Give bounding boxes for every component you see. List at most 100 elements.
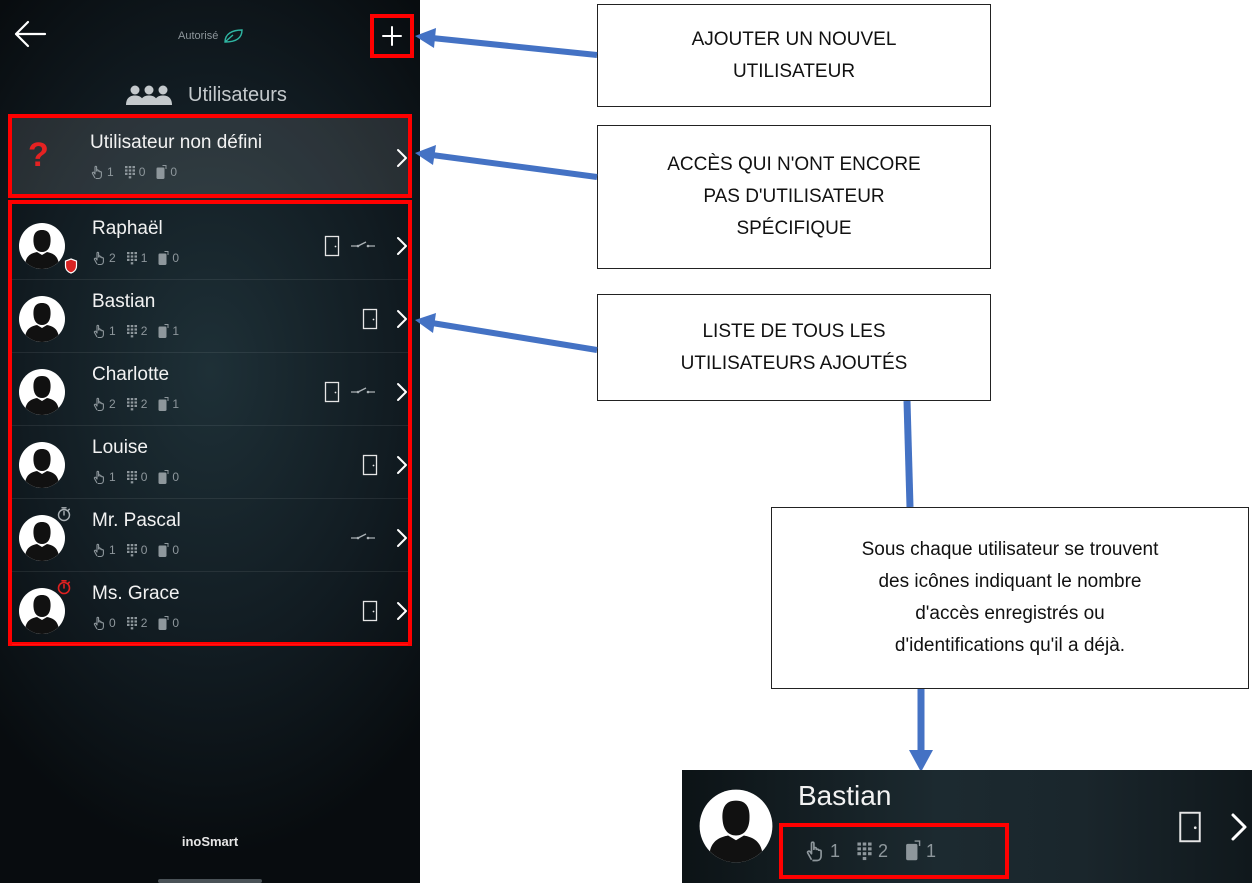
user-name: Charlotte [92, 364, 170, 385]
fingerprint-icon [92, 324, 106, 339]
phone-icon [157, 323, 169, 339]
phone-icon [157, 250, 169, 266]
undefined-user-label: Utilisateur non défini [90, 132, 263, 153]
relay-switch-icon [350, 532, 376, 544]
user-name: Mr. Pascal [92, 510, 181, 531]
chevron-right-icon [396, 148, 408, 168]
avatar [18, 368, 66, 416]
fingerprint-icon [90, 165, 104, 180]
arrow-explanation-to-zoom [909, 689, 933, 772]
code-count: 0 [140, 543, 148, 557]
timer-red-icon [56, 579, 72, 595]
phone-count: 1 [172, 324, 180, 338]
phone-icon [904, 840, 921, 862]
arrow-add-user [415, 28, 598, 58]
code-count: 2 [140, 397, 148, 411]
brand-logo: inoSmart [181, 834, 239, 849]
code-count: 2 [140, 616, 148, 630]
user-row[interactable]: Mr. Pascal 1 0 0 [12, 500, 408, 572]
door-icon [362, 454, 378, 476]
code-count: 0 [140, 470, 148, 484]
question-mark-icon: ? [28, 136, 49, 174]
user-name: Raphaël [92, 218, 163, 239]
phone-count: 0 [172, 543, 180, 557]
user-row[interactable]: Charlotte 2 2 1 [12, 354, 408, 426]
user-name: Ms. Grace [92, 583, 180, 604]
back-button[interactable] [12, 18, 48, 50]
keypad-icon [126, 616, 138, 630]
fingerprint-icon [92, 251, 106, 266]
user-row[interactable]: Ms. Grace 0 2 0 [12, 573, 408, 645]
fingerprint-icon [92, 543, 106, 558]
plus-icon [382, 26, 402, 46]
phone-count: 1 [172, 397, 180, 411]
user-row[interactable]: Bastian 1 2 1 [12, 281, 408, 353]
chevron-right-icon [396, 601, 408, 621]
user-list: Raphaël 2 1 0 Bastian 1 2 1 Charlotte 2 2 1 Louise 1 0… [8, 200, 412, 646]
arrow-user-list [415, 313, 598, 353]
code-count: 1 [140, 251, 148, 265]
access-counts: 2 2 1 [92, 396, 189, 412]
phone-icon [157, 615, 169, 631]
callout-add-user: AJOUTER UN NOUVEL UTILISATEUR [597, 4, 991, 107]
fingerprint-count: 1 [830, 840, 841, 861]
phone-count: 0 [172, 616, 180, 630]
user-name: Bastian [92, 291, 156, 312]
user-row[interactable]: Louise 1 0 0 [12, 427, 408, 499]
access-counts: 2 1 0 [92, 250, 189, 266]
user-row[interactable]: Raphaël 2 1 0 [12, 208, 408, 280]
keypad-icon [126, 251, 138, 265]
phone-icon [157, 469, 169, 485]
avatar [18, 441, 66, 489]
section-title: Utilisateurs [124, 80, 287, 110]
fingerprint-count: 1 [107, 165, 114, 179]
chevron-right-icon [396, 528, 408, 548]
chevron-right-icon [1230, 812, 1248, 847]
user-name: Bastian [798, 780, 892, 811]
add-user-button[interactable] [370, 14, 414, 58]
back-arrow-icon [14, 20, 47, 48]
phone-count: 0 [172, 251, 180, 265]
relay-switch-icon [350, 240, 376, 252]
keypad-icon [126, 397, 138, 411]
code-count: 2 [140, 324, 148, 338]
fingerprint-count: 2 [109, 397, 116, 411]
fingerprint-icon [92, 397, 106, 412]
code-count: 0 [138, 165, 146, 179]
zoomed-user-row: Bastian 1 2 1 [682, 770, 1252, 883]
fingerprint-count: 0 [109, 616, 116, 630]
arrow-undefined-access [415, 145, 598, 180]
door-icon [362, 308, 378, 330]
phone-count: 0 [170, 165, 178, 179]
fingerprint-count: 1 [109, 324, 116, 338]
shield-icon [64, 258, 78, 274]
keypad-icon [126, 324, 138, 338]
fingerprint-count: 1 [109, 543, 116, 557]
keypad-icon [856, 841, 873, 861]
connector-list-to-explanation [903, 400, 914, 508]
chevron-right-icon [396, 382, 408, 402]
phone-icon [157, 542, 169, 558]
access-counts: 1 0 0 [92, 542, 189, 558]
phone-screen: Autorisé Utilisateurs ? Utilisateur non … [0, 0, 420, 883]
phone-count: 1 [926, 840, 937, 861]
undefined-user-row[interactable]: ? Utilisateur non défini 1 0 0 [8, 114, 412, 198]
phone-icon [155, 164, 167, 180]
status-indicator: Autorisé [178, 28, 244, 44]
chevron-right-icon [396, 455, 408, 475]
callout-user-list: LISTE DE TOUS LES UTILISATEURS AJOUTÉS [597, 294, 991, 401]
avatar [18, 222, 66, 270]
door-icon [362, 600, 378, 622]
fingerprint-icon [92, 616, 106, 631]
user-name: Louise [92, 437, 148, 458]
fingerprint-count: 2 [109, 251, 116, 265]
door-icon [1178, 810, 1202, 849]
phone-count: 0 [172, 470, 180, 484]
home-indicator [158, 879, 262, 883]
avatar [698, 788, 774, 864]
leaf-icon [224, 29, 244, 43]
fingerprint-count: 1 [109, 470, 116, 484]
access-counts: 1 2 1 [804, 838, 952, 864]
chevron-right-icon [396, 309, 408, 329]
status-label: Autorisé [178, 30, 219, 42]
